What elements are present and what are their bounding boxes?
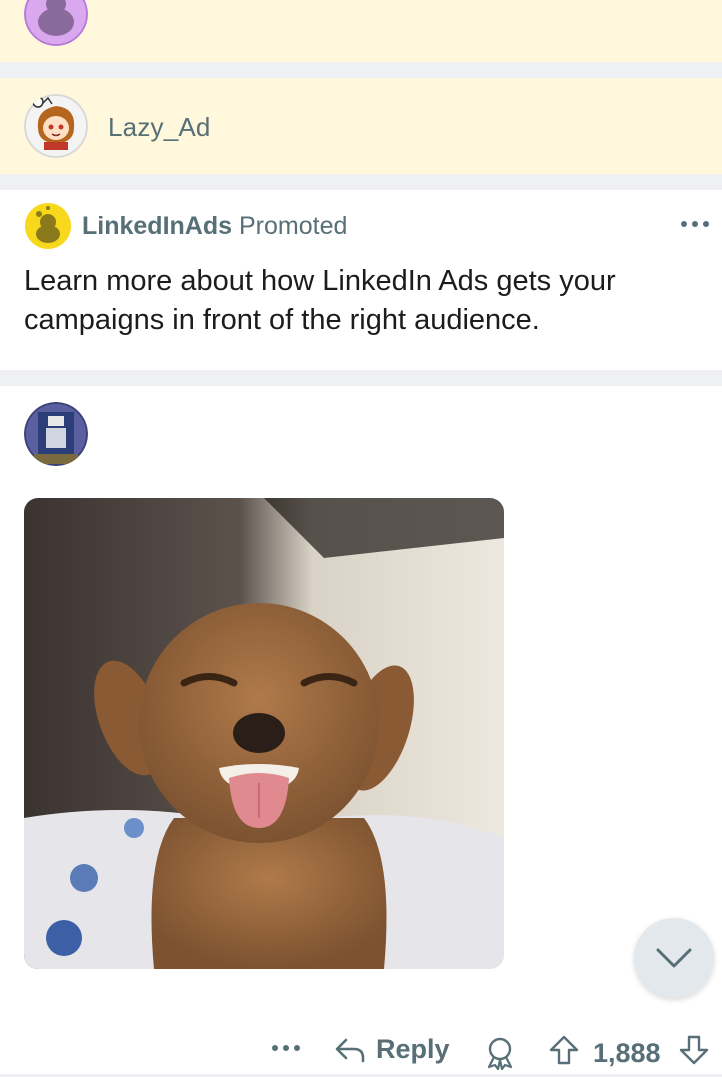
snoo-avatar-icon[interactable]	[24, 202, 72, 250]
user-avatar[interactable]	[24, 402, 88, 466]
chevron-down-icon	[656, 948, 692, 968]
divider	[0, 370, 722, 386]
advertiser-name[interactable]: LinkedInAds	[82, 212, 232, 241]
username[interactable]: Lazy_Ad	[108, 112, 211, 143]
upvote-icon[interactable]	[548, 1034, 580, 1066]
reply-label: Reply	[376, 1034, 450, 1064]
reply-arrow-icon	[335, 1038, 365, 1062]
divider	[0, 62, 722, 78]
reply-button[interactable]: Reply	[334, 1034, 450, 1065]
downvote-icon[interactable]	[678, 1034, 710, 1066]
comment-thread: Lazy_Ad LinkedInAds Promoted Learn more …	[0, 0, 722, 1077]
comment-action-bar: Reply 1,888	[0, 1028, 722, 1077]
vote-count: 1,888	[593, 1038, 661, 1068]
image-comment	[0, 386, 722, 1077]
collapse-button[interactable]	[634, 918, 714, 998]
promoted-post[interactable]: LinkedInAds Promoted Learn more about ho…	[0, 190, 722, 370]
promoted-label: Promoted	[239, 212, 348, 240]
purple-avatar[interactable]	[24, 0, 88, 46]
highlighted-comment-top	[0, 0, 722, 62]
ad-body-text[interactable]: Learn more about how LinkedIn Ads gets y…	[24, 262, 694, 340]
more-options-icon[interactable]	[270, 1036, 302, 1060]
more-options-icon[interactable]	[678, 210, 712, 238]
divider	[0, 174, 722, 190]
highlighted-comment-lazy-ad: Lazy_Ad	[0, 78, 722, 174]
user-avatar[interactable]	[24, 94, 88, 158]
award-icon[interactable]	[484, 1036, 516, 1070]
dog-meme-image[interactable]	[24, 498, 504, 969]
